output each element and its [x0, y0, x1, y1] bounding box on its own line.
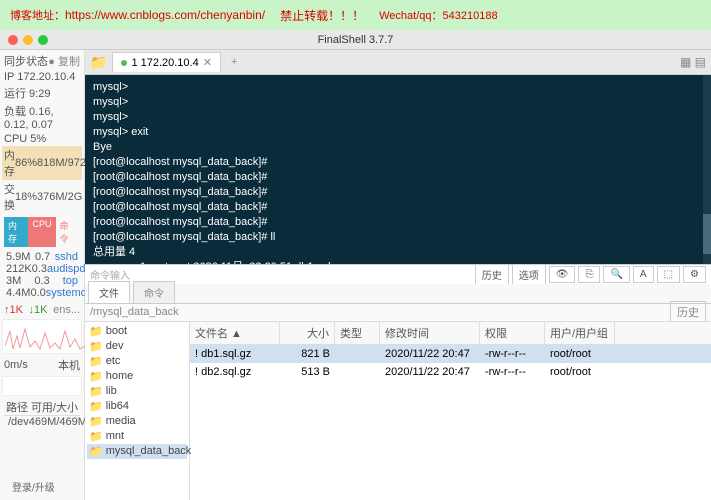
- toolbar-icon[interactable]: 🔍: [603, 266, 629, 283]
- tree-item[interactable]: 📁lib64: [87, 399, 187, 414]
- sidebar: 同步状态● 复制 IP 172.20.10.4 运行 9:29 负载 0.16,…: [0, 50, 85, 500]
- toolbar-icon[interactable]: ⎘: [578, 266, 600, 283]
- maximize-icon[interactable]: [38, 35, 48, 45]
- folder-icon: 📁: [89, 340, 103, 353]
- terminal-scrollbar[interactable]: [703, 75, 711, 264]
- tree-item[interactable]: 📁mnt: [87, 429, 187, 444]
- terminal-line: mysql> exit: [93, 125, 703, 140]
- tree-item[interactable]: 📁etc: [87, 354, 187, 369]
- terminal-line: 总用量 4: [93, 245, 703, 260]
- terminal-line: [root@localhost mysql_data_back]#: [93, 170, 703, 185]
- host-chart: [2, 376, 82, 396]
- warn-text: 禁止转载！！！: [280, 7, 364, 24]
- status-dot-icon: [121, 60, 127, 66]
- folder-icon[interactable]: 📁: [90, 54, 107, 71]
- file-list-header[interactable]: 文件名 ▲大小类型修改时间权限用户/用户组: [190, 322, 711, 345]
- folder-icon: 📁: [89, 430, 103, 443]
- close-tab-icon[interactable]: ✕: [203, 56, 212, 69]
- add-tab-icon[interactable]: +: [226, 56, 242, 68]
- session-tab[interactable]: 1 172.20.10.4✕: [112, 52, 221, 72]
- toolbar-icon[interactable]: 👁: [549, 266, 576, 283]
- folder-icon: 📁: [89, 445, 103, 458]
- tab-command[interactable]: 命令: [56, 217, 80, 247]
- options-button[interactable]: 选项: [512, 264, 546, 285]
- fs-row: /dev469M/469M: [6, 416, 89, 428]
- command-input[interactable]: 命令输入: [90, 267, 130, 282]
- path-bar: /mysql_data_back 历史: [85, 304, 711, 322]
- folder-icon: 📁: [89, 415, 103, 428]
- sync-status: 同步状态: [4, 53, 48, 69]
- file-list[interactable]: 文件名 ▲大小类型修改时间权限用户/用户组 ! db1.sql.gz821 B2…: [190, 322, 711, 500]
- path-input[interactable]: /mysql_data_back: [90, 306, 179, 318]
- runtime-label: 运行 9:29: [2, 84, 82, 102]
- load-label: 负载 0.16, 0.12, 0.07: [2, 102, 82, 132]
- process-table: 5.9M0.7sshd212K0.3audispd3M0.3top4.4M0.0…: [2, 250, 82, 300]
- folder-icon: 📁: [89, 400, 103, 413]
- toolbar-icon[interactable]: A: [633, 266, 654, 283]
- tree-item[interactable]: 📁boot: [87, 324, 187, 339]
- terminal-line: -rw-r--r--. 1 root root 2686 11月 22 20:5…: [93, 260, 703, 264]
- watermark-header: 博客地址：https://www.cnblogs.com/chenyanbin/…: [0, 0, 711, 30]
- cpu-label: CPU 5%: [2, 132, 82, 146]
- toolbar-icon[interactable]: ⬚: [657, 266, 680, 283]
- close-icon[interactable]: [8, 35, 18, 45]
- contact-link[interactable]: Wechat/qq：543210188: [379, 8, 497, 22]
- terminal-line: [root@localhost mysql_data_back]#: [93, 185, 703, 200]
- blog-link[interactable]: https://www.cnblogs.com/chenyanbin/: [65, 8, 265, 22]
- process-row: 212K0.3audispd: [4, 263, 80, 275]
- terminal-line: mysql>: [93, 80, 703, 95]
- terminal-line: mysql>: [93, 95, 703, 110]
- tab-files[interactable]: 文件: [88, 281, 130, 303]
- terminal-line: [root@localhost mysql_data_back]# ll: [93, 230, 703, 245]
- history-button[interactable]: 历史: [475, 264, 509, 285]
- login-link[interactable]: 登录/升级: [10, 478, 57, 495]
- network-chart: [2, 319, 82, 354]
- tree-item[interactable]: 📁media: [87, 414, 187, 429]
- file-panel-tabs: 文件 命令: [85, 284, 711, 304]
- session-tabs: 📁 1 172.20.10.4✕ + ▦ ▤: [85, 50, 711, 75]
- terminal-line: [root@localhost mysql_data_back]#: [93, 215, 703, 230]
- tree-item[interactable]: 📁mysql_data_back: [87, 444, 187, 459]
- folder-icon: 📁: [89, 370, 103, 383]
- terminal-line: mysql>: [93, 110, 703, 125]
- folder-icon: 📁: [89, 385, 103, 398]
- process-row: 3M0.3top: [4, 275, 80, 287]
- tree-item[interactable]: 📁lib: [87, 384, 187, 399]
- path-history-button[interactable]: 历史: [670, 301, 706, 323]
- folder-tree[interactable]: 📁boot📁dev📁etc📁home📁lib📁lib64📁media📁mnt📁m…: [85, 322, 190, 500]
- tab-cpu[interactable]: CPU: [28, 217, 55, 247]
- minimize-icon[interactable]: [23, 35, 33, 45]
- window-titlebar: FinalShell 3.7.7: [0, 30, 711, 50]
- process-row: 4.4M0.0systemd: [4, 287, 80, 299]
- command-bar: 命令输入 历史 选项 👁 ⎘ 🔍 A ⬚ ⚙: [85, 264, 711, 284]
- ip-label: IP 172.20.10.4: [2, 70, 82, 84]
- file-row[interactable]: ! db1.sql.gz821 B2020/11/22 20:47-rw-r--…: [190, 345, 711, 363]
- terminal-line: Bye: [93, 140, 703, 155]
- tab-memory[interactable]: 内存: [4, 217, 28, 247]
- terminal-line: [root@localhost mysql_data_back]#: [93, 200, 703, 215]
- tab-commands[interactable]: 命令: [133, 281, 175, 303]
- process-row: 5.9M0.7sshd: [4, 251, 80, 263]
- sidebar-tabs[interactable]: 内存 CPU 命令: [2, 216, 82, 248]
- layout-icon[interactable]: ▦ ▤: [680, 55, 706, 69]
- terminal[interactable]: mysql>mysql>mysql>mysql> exitBye[root@lo…: [85, 75, 711, 264]
- terminal-line: [root@localhost mysql_data_back]#: [93, 155, 703, 170]
- filesystem-table: 路径可用/大小 /dev469M/469M/dev/shm486M/486M/r…: [2, 398, 82, 429]
- tree-item[interactable]: 📁home: [87, 369, 187, 384]
- window-title: FinalShell 3.7.7: [318, 34, 394, 46]
- file-row[interactable]: ! db2.sql.gz513 B2020/11/22 20:47-rw-r--…: [190, 363, 711, 381]
- folder-icon: 📁: [89, 355, 103, 368]
- toolbar-icon[interactable]: ⚙: [683, 266, 706, 283]
- folder-icon: 📁: [89, 325, 103, 338]
- tree-item[interactable]: 📁dev: [87, 339, 187, 354]
- window-controls[interactable]: [0, 35, 48, 45]
